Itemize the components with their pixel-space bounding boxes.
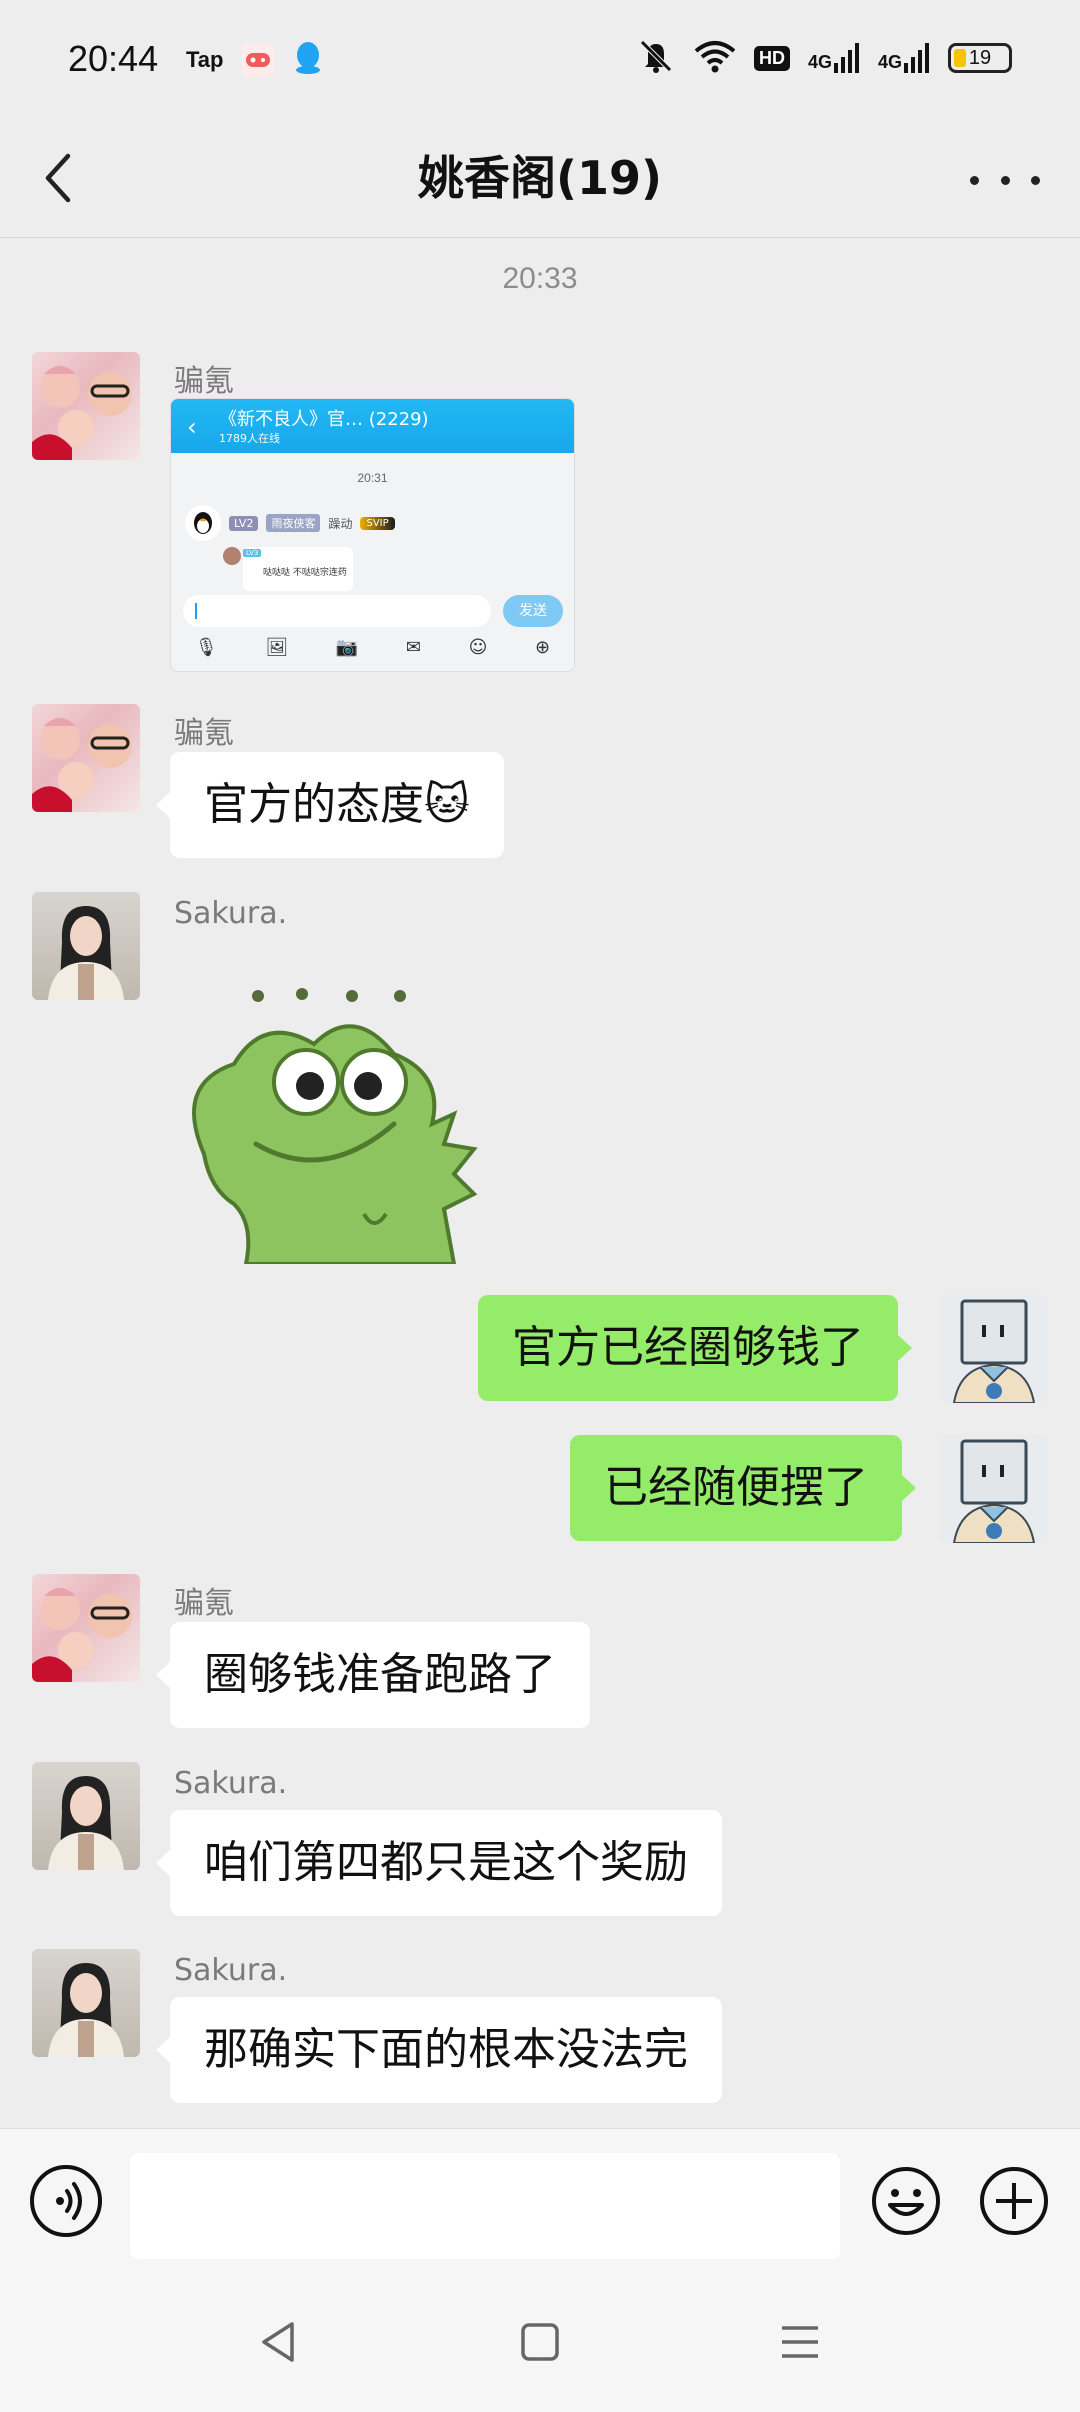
plus-icon: [980, 2167, 1048, 2235]
image-group-title: 《新不良人》官… (2229): [219, 409, 429, 430]
avatar[interactable]: [32, 352, 140, 460]
chevron-left-icon: ‹: [187, 413, 197, 441]
camera-icon: 📷: [335, 637, 359, 658]
image-reply-bubble: LV3 哒哒哒 不哒哒宗连药: [223, 547, 353, 591]
image-send-button: 发送: [503, 595, 563, 627]
plus-icon: ⊕: [535, 637, 551, 658]
red-packet-icon: ✉: [405, 637, 421, 658]
image-message[interactable]: ‹ 《新不良人》官… (2229) 1789人在线 20:31 LV2 雨夜侠客…: [170, 398, 575, 672]
mini-level-badge: LV3: [243, 549, 262, 557]
status-time: 20:44: [68, 38, 159, 79]
svip-badge: SVIP: [360, 516, 395, 530]
battery-level: 19: [968, 46, 992, 69]
input-bar: [0, 2128, 1080, 2272]
smile-icon: [872, 2167, 940, 2235]
emoji-icon: ☺: [468, 637, 488, 658]
image-sender-row: LV2 雨夜侠客 躁动 SVIP: [185, 505, 395, 541]
sender-name: Sakura.: [174, 1766, 288, 1801]
square-home-icon: [521, 2323, 559, 2361]
battery-icon: 19: [948, 43, 1012, 73]
penguin-icon: [185, 505, 221, 541]
image-online-count: 1789人在线: [219, 432, 280, 445]
message-bubble[interactable]: 官方的态度🐱: [156, 752, 504, 858]
image-toolbar: 🎙 🖼 📷 ✉ ☺ ⊕: [171, 637, 574, 658]
sender-name: Sakura.: [174, 896, 288, 931]
nav-menu-button[interactable]: [770, 2312, 830, 2372]
picture-icon: 🖼: [265, 637, 289, 658]
dot: [1031, 175, 1040, 185]
triangle-back-icon: [262, 2322, 294, 2362]
voice-button[interactable]: [30, 2165, 102, 2237]
avatar[interactable]: [32, 892, 140, 1000]
message-bubble[interactable]: 已经随便摆了: [570, 1435, 916, 1541]
dot: [970, 175, 979, 185]
avatar[interactable]: [940, 1295, 1048, 1403]
message-bubble[interactable]: 圈够钱准备跑路了: [156, 1622, 590, 1728]
tap-app-icon: Tap: [186, 47, 224, 72]
frog-sticker[interactable]: [174, 974, 494, 1266]
mini-avatar: [223, 547, 241, 565]
more-options-button[interactable]: [970, 160, 1040, 200]
message-input[interactable]: [130, 2153, 840, 2259]
mic-icon: 🎙: [194, 637, 218, 658]
message-bubble[interactable]: 咱们第四都只是这个奖励: [156, 1810, 722, 1916]
nav-back-button[interactable]: [250, 2312, 310, 2372]
image-reply-text: 哒哒哒 不哒哒宗连药: [263, 568, 347, 578]
sender-name: 骗氪: [174, 716, 234, 751]
avatar[interactable]: [32, 1762, 140, 1870]
image-timestamp: 20:31: [357, 471, 388, 485]
status-notification-icons: Tap: [186, 40, 323, 80]
wifi-icon: [694, 39, 736, 77]
message-bubble[interactable]: 那确实下面的根本没法完: [156, 1997, 722, 2103]
dot: [1000, 175, 1010, 185]
status-bar: 20:44 Tap HD 4G 4G 19: [0, 0, 1080, 120]
nav-home-button[interactable]: [510, 2312, 570, 2372]
level-badge: LV2: [229, 515, 259, 531]
chat-header: 姚香阁(19): [0, 120, 1080, 238]
avatar[interactable]: [32, 704, 140, 812]
voice-icon: [56, 2182, 82, 2220]
avatar[interactable]: [940, 1435, 1048, 1543]
hd-badge: HD: [753, 45, 790, 71]
role-badge: 雨夜侠客: [266, 514, 321, 532]
signal-icon-2: 4G: [878, 43, 930, 73]
chat-timestamp: 20:33: [502, 262, 578, 295]
sender-name: 骗氪: [174, 364, 234, 399]
sender-name: Sakura.: [174, 1953, 288, 1988]
signal-icon: 4G: [808, 43, 860, 73]
status-system-icons: HD 4G 4G 19: [636, 38, 1012, 78]
hamburger-menu-icon: [782, 2326, 818, 2358]
sender-name: 骗氪: [174, 1586, 234, 1621]
message-bubble[interactable]: 官方已经圈够钱了: [478, 1295, 912, 1401]
image-input-field: [183, 595, 491, 627]
image-sender-name: 躁动: [328, 516, 353, 531]
avatar[interactable]: [32, 1949, 140, 2057]
page-title[interactable]: 姚香阁(19): [0, 142, 1080, 208]
more-actions-button[interactable]: [978, 2165, 1050, 2237]
system-nav-bar: [0, 2272, 1080, 2412]
avatar[interactable]: [32, 1574, 140, 1682]
image-header: ‹ 《新不良人》官… (2229) 1789人在线: [171, 399, 574, 453]
emoji-button[interactable]: [870, 2165, 942, 2237]
game-app-icon: [241, 43, 276, 77]
mute-bell-icon: [636, 38, 676, 78]
qq-app-icon: [293, 40, 323, 80]
